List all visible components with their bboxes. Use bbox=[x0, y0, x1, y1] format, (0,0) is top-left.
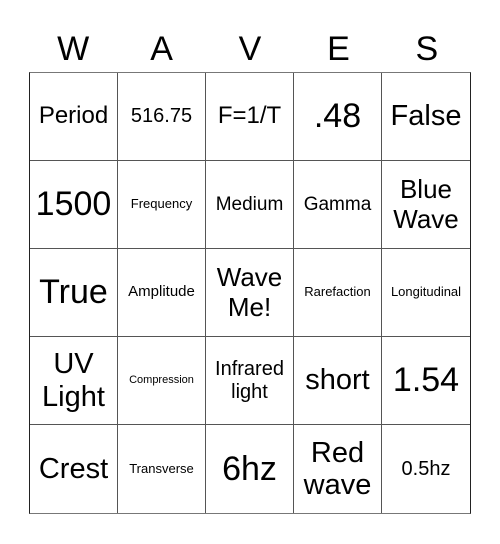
bingo-cell[interactable]: Rarefaction bbox=[294, 249, 382, 337]
bingo-cell[interactable]: True bbox=[30, 249, 118, 337]
bingo-header: W A V E S bbox=[29, 26, 471, 72]
bingo-cell[interactable]: 1500 bbox=[30, 161, 118, 249]
bingo-cell[interactable]: Blue Wave bbox=[382, 161, 470, 249]
bingo-cell[interactable]: Amplitude bbox=[118, 249, 206, 337]
bingo-cell[interactable]: Frequency bbox=[118, 161, 206, 249]
bingo-cell[interactable]: Period bbox=[30, 73, 118, 161]
header-letter-v: V bbox=[238, 30, 262, 68]
bingo-cell[interactable]: Red wave bbox=[294, 425, 382, 513]
bingo-cell[interactable]: Transverse bbox=[118, 425, 206, 513]
bingo-cell[interactable]: UV Light bbox=[30, 337, 118, 425]
bingo-cell[interactable]: 516.75 bbox=[118, 73, 206, 161]
bingo-cell[interactable]: Compression bbox=[118, 337, 206, 425]
header-letter-e: E bbox=[327, 30, 350, 68]
bingo-cell[interactable]: Gamma bbox=[294, 161, 382, 249]
bingo-cell[interactable]: 0.5hz bbox=[382, 425, 470, 513]
bingo-cell[interactable]: .48 bbox=[294, 73, 382, 161]
bingo-cell[interactable]: Longitudinal bbox=[382, 249, 470, 337]
header-letter-s: S bbox=[415, 30, 439, 68]
header-letter-a: A bbox=[150, 30, 173, 68]
bingo-grid: Period 516.75 F=1/T .48 False 1500 Frequ… bbox=[29, 72, 471, 514]
free-space-cell[interactable]: Wave Me! bbox=[206, 249, 294, 337]
bingo-cell[interactable]: 1.54 bbox=[382, 337, 470, 425]
bingo-cell[interactable]: 6hz bbox=[206, 425, 294, 513]
bingo-cell[interactable]: Infrared light bbox=[206, 337, 294, 425]
bingo-cell[interactable]: Medium bbox=[206, 161, 294, 249]
bingo-cell[interactable]: short bbox=[294, 337, 382, 425]
bingo-cell[interactable]: False bbox=[382, 73, 470, 161]
header-letter-w: W bbox=[57, 30, 90, 68]
bingo-cell[interactable]: Crest bbox=[30, 425, 118, 513]
bingo-cell[interactable]: F=1/T bbox=[206, 73, 294, 161]
